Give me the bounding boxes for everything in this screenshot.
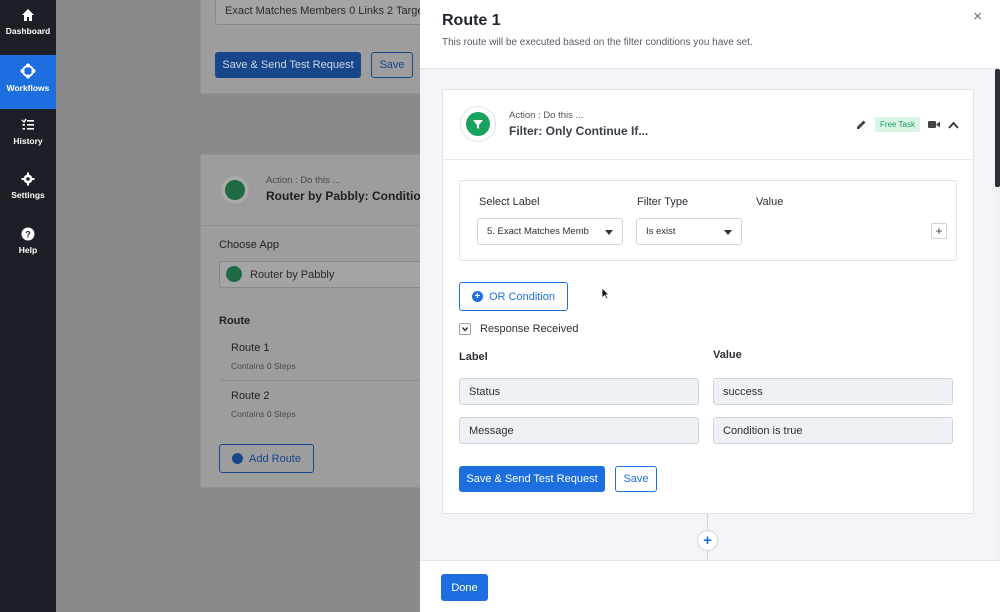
nav-settings-label: Settings bbox=[11, 190, 45, 200]
mouse-cursor-icon bbox=[601, 287, 610, 300]
modal-body: Action : Do this ... Filter: Only Contin… bbox=[420, 69, 1000, 560]
history-icon bbox=[21, 118, 34, 130]
gear-icon bbox=[21, 172, 35, 186]
step-tools: Free Task bbox=[856, 117, 959, 132]
router-action-name: Router by Pabbly: Conditio bbox=[266, 189, 420, 203]
filter-type-heading: Filter Type bbox=[637, 196, 689, 208]
route-heading: Route bbox=[219, 315, 251, 327]
response-label-field[interactable]: Message bbox=[459, 417, 699, 444]
previous-step-card: Exact Matches Members 0 Links 2 Targe Sa… bbox=[200, 0, 420, 94]
left-nav: Dashboard Workflows History Settings ? H… bbox=[0, 0, 56, 612]
route-item-2[interactable]: Route 2 Contains 0 Steps bbox=[219, 381, 420, 429]
add-circle-icon bbox=[232, 453, 243, 464]
response-received-label: Response Received bbox=[480, 323, 579, 335]
modal-subtitle: This route will be executed based on the… bbox=[442, 37, 753, 48]
select-label-heading: Select Label bbox=[479, 196, 540, 208]
pencil-icon[interactable] bbox=[856, 119, 867, 130]
chevron-up-icon[interactable] bbox=[948, 121, 959, 129]
response-label-field[interactable]: Status bbox=[459, 378, 699, 405]
add-route-label: Add Route bbox=[249, 452, 301, 465]
nav-workflows-label: Workflows bbox=[6, 83, 50, 93]
app-value: Router by Pabbly bbox=[250, 268, 335, 281]
router-card: Action : Do this ... Router by Pabbly: C… bbox=[200, 154, 420, 488]
bg-save-send-button[interactable]: Save & Send Test Request bbox=[215, 52, 361, 78]
help-icon: ? bbox=[21, 227, 35, 241]
router-action-label: Action : Do this ... bbox=[266, 175, 341, 186]
value-heading: Value bbox=[756, 196, 784, 208]
previous-step-input[interactable]: Exact Matches Members 0 Links 2 Targe bbox=[215, 0, 420, 25]
router-icon bbox=[225, 180, 245, 200]
video-icon[interactable] bbox=[928, 120, 940, 129]
save-button[interactable]: Save bbox=[615, 466, 657, 492]
save-send-test-button[interactable]: Save & Send Test Request bbox=[459, 466, 605, 492]
nav-history[interactable]: History bbox=[0, 110, 56, 164]
background-page: Exact Matches Members 0 Links 2 Targe Sa… bbox=[56, 0, 420, 612]
nav-dashboard-label: Dashboard bbox=[5, 26, 51, 36]
add-step-button[interactable]: + bbox=[697, 530, 718, 551]
router-app-icon bbox=[226, 266, 242, 282]
step-action-prefix: Filter: bbox=[509, 124, 543, 138]
step-header[interactable]: Action : Do this ... Filter: Only Contin… bbox=[443, 90, 973, 160]
divider bbox=[201, 225, 420, 226]
step-action-label: Action : Do this ... bbox=[509, 110, 584, 121]
or-condition-button[interactable]: + OR Condition bbox=[459, 282, 568, 311]
route-item-1[interactable]: Route 1 Contains 0 Steps bbox=[219, 333, 420, 381]
filter-icon bbox=[466, 112, 490, 136]
free-task-badge: Free Task bbox=[875, 117, 920, 132]
filter-app-icon bbox=[460, 106, 496, 142]
modal-footer: Done bbox=[420, 560, 1000, 612]
response-value-field[interactable]: Condition is true bbox=[713, 417, 953, 444]
nav-help[interactable]: ? Help bbox=[0, 219, 56, 273]
step-action-title: Only Continue If... bbox=[542, 124, 649, 138]
bg-save-button[interactable]: Save bbox=[371, 52, 413, 78]
route-steps: Contains 0 Steps bbox=[231, 409, 296, 419]
workflows-icon bbox=[20, 63, 36, 79]
chevron-down-icon bbox=[605, 230, 613, 235]
nav-help-label: Help bbox=[18, 245, 38, 255]
route-modal: Route 1 This route will be executed base… bbox=[420, 0, 1000, 612]
svg-text:?: ? bbox=[25, 230, 31, 240]
step-action-name: Filter: Only Continue If... bbox=[509, 124, 648, 138]
nav-history-label: History bbox=[13, 136, 43, 146]
filter-condition-box: Select Label Filter Type Value 5. Exact … bbox=[459, 180, 957, 261]
label-column-heading: Label bbox=[459, 351, 488, 363]
route-steps: Contains 0 Steps bbox=[231, 361, 296, 371]
value-column-heading: Value bbox=[713, 349, 742, 361]
select-label-dropdown[interactable]: 5. Exact Matches Memb bbox=[477, 218, 623, 245]
response-toggle[interactable] bbox=[459, 323, 471, 335]
select-label-value: 5. Exact Matches Memb bbox=[487, 226, 589, 237]
or-condition-label: OR Condition bbox=[488, 290, 556, 303]
done-button[interactable]: Done bbox=[441, 574, 488, 601]
scrollbar-thumb[interactable] bbox=[995, 69, 1000, 187]
chevron-down-icon bbox=[461, 327, 469, 332]
modal-title: Route 1 bbox=[442, 12, 501, 29]
filter-type-value: Is exist bbox=[646, 226, 676, 237]
add-route-button[interactable]: Add Route bbox=[219, 444, 314, 473]
chevron-down-icon bbox=[724, 230, 732, 235]
modal-header: Route 1 This route will be executed base… bbox=[420, 0, 1000, 69]
filter-step-card: Action : Do this ... Filter: Only Contin… bbox=[442, 89, 974, 514]
nav-workflows[interactable]: Workflows bbox=[0, 55, 56, 109]
nav-settings[interactable]: Settings bbox=[0, 164, 56, 218]
close-icon[interactable]: × bbox=[973, 8, 982, 25]
choose-app-label: Choose App bbox=[219, 239, 279, 251]
choose-app-select[interactable]: Router by Pabbly bbox=[219, 261, 420, 288]
plus-circle-icon: + bbox=[471, 291, 483, 302]
router-icon-wrap bbox=[220, 175, 250, 205]
add-condition-button[interactable]: + bbox=[931, 223, 947, 239]
nav-dashboard[interactable]: Dashboard bbox=[0, 0, 56, 54]
route-name: Route 1 bbox=[231, 342, 270, 354]
route-name: Route 2 bbox=[231, 390, 270, 402]
filter-type-dropdown[interactable]: Is exist bbox=[636, 218, 742, 245]
response-value-field[interactable]: success bbox=[713, 378, 953, 405]
home-icon bbox=[22, 9, 34, 21]
scrollbar[interactable] bbox=[995, 69, 1000, 560]
